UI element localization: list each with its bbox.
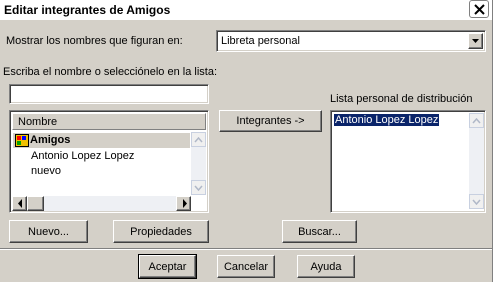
list-item[interactable]: Antonio Lopez Lopez xyxy=(334,114,440,126)
dropdown-button[interactable] xyxy=(468,33,483,49)
help-button[interactable]: Ayuda xyxy=(297,255,355,278)
scroll-up-button[interactable] xyxy=(191,132,206,147)
divider xyxy=(0,249,492,250)
scroll-right-button[interactable] xyxy=(176,196,191,211)
window-title: Editar integrantes de Amigos xyxy=(4,3,171,17)
scroll-thumb[interactable] xyxy=(27,196,44,211)
title-bar: Editar integrantes de Amigos xyxy=(0,0,492,20)
chevron-down-icon xyxy=(472,39,479,43)
column-header-name[interactable]: Nombre xyxy=(12,113,206,130)
scroll-down-button[interactable] xyxy=(469,194,484,209)
list-item-label: Antonio Lopez Lopez xyxy=(31,150,135,162)
address-book-select[interactable]: Libreta personal xyxy=(216,30,486,52)
properties-button[interactable]: Propiedades xyxy=(113,220,209,243)
chevron-down-icon xyxy=(472,199,481,205)
search-input[interactable] xyxy=(9,84,209,104)
distribution-list[interactable]: Antonio Lopez Lopez xyxy=(330,110,486,213)
list-item[interactable]: Antonio Lopez Lopez xyxy=(13,149,190,164)
chevron-up-icon xyxy=(472,118,481,124)
list-item[interactable]: nuevo xyxy=(13,164,190,179)
chevron-right-icon xyxy=(183,199,187,208)
chevron-down-icon xyxy=(194,185,203,191)
accept-button[interactable]: Aceptar xyxy=(138,254,197,279)
chevron-up-icon xyxy=(194,137,203,143)
new-button[interactable]: Nuevo... xyxy=(9,220,88,243)
search-label: Escriba el nombre o selecciónelo en la l… xyxy=(3,66,218,78)
distribution-list-icon xyxy=(15,134,29,147)
column-header-label: Nombre xyxy=(18,116,58,128)
names-list[interactable]: Nombre Amigos Antonio Lopez Lopez nuevo xyxy=(9,110,209,213)
chevron-left-icon xyxy=(18,199,22,208)
vertical-scrollbar[interactable] xyxy=(469,113,484,209)
address-book-selected: Libreta personal xyxy=(221,35,300,47)
dialog-window: Editar integrantes de Amigos Mostrar los… xyxy=(0,0,492,282)
search-button[interactable]: Buscar... xyxy=(282,220,357,243)
background-strip xyxy=(492,0,500,282)
vertical-scrollbar[interactable] xyxy=(191,132,206,195)
scroll-down-button[interactable] xyxy=(191,180,206,195)
horizontal-scrollbar[interactable] xyxy=(12,196,191,211)
distribution-list-label: Lista personal de distribución xyxy=(330,93,473,105)
list-item-label: Amigos xyxy=(30,134,71,146)
close-icon xyxy=(474,4,485,15)
add-members-button[interactable]: Integrantes -> xyxy=(219,110,322,132)
scroll-up-button[interactable] xyxy=(469,113,484,128)
scroll-left-button[interactable] xyxy=(12,196,27,211)
show-names-label: Mostrar los nombres que figuran en: xyxy=(6,35,183,47)
list-item-label: nuevo xyxy=(31,165,61,177)
cancel-button[interactable]: Cancelar xyxy=(217,255,275,278)
close-button[interactable] xyxy=(469,0,489,18)
list-item[interactable]: Amigos xyxy=(13,133,190,148)
